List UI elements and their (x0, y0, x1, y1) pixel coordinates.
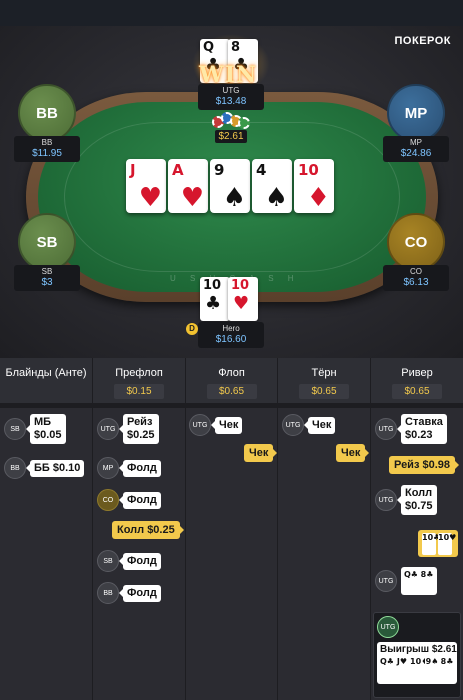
avatar-co: CO (387, 213, 445, 271)
col-pot: $0.65 (206, 384, 257, 399)
col-title: Блайнды (Анте) (5, 367, 87, 379)
player-stack: $3 (41, 277, 53, 288)
event-blinds-sb: SB МБ $0.05 (4, 414, 66, 444)
col-title: Флоп (218, 367, 245, 379)
board-card-5: 10 ♦ (294, 159, 334, 213)
event-turn-hero-check: Чек (336, 444, 370, 462)
col-pot: $0.15 (114, 384, 164, 399)
bb-plate: BB $11.95 (14, 136, 80, 162)
player-stack: $11.95 (32, 148, 62, 159)
col-title: Ривер (401, 367, 433, 379)
event-flop-hero-check: Чек (244, 444, 278, 462)
event-turn-utg: UTG Чек (282, 414, 336, 436)
player-name: MP (410, 138, 422, 147)
seat-sb[interactable]: SB SB $3 (14, 213, 80, 291)
player-name: Hero (222, 324, 240, 333)
river-result-box: UTG Выигрыш $2.61 Q♣ J♥ 10♦ 9♠ 8♣ (373, 612, 461, 698)
col-turn: Тёрн $0.65 (278, 358, 371, 700)
event-preflop-utg: UTG Рейз $0.25 (97, 414, 159, 444)
win-amount: Выигрыш $2.61 (380, 644, 457, 655)
dealer-button: D (186, 323, 198, 335)
mp-plate: MP $24.86 (383, 136, 449, 162)
sb-plate: SB $3 (14, 265, 80, 291)
co-plate: CO $6.13 (383, 265, 449, 291)
avatar-bb: BB (18, 84, 76, 142)
player-stack: $6.13 (403, 277, 429, 288)
board-card-1: J ♥ (126, 159, 166, 213)
col-pot: $0.65 (299, 384, 349, 399)
player-stack: $13.48 (215, 96, 247, 107)
event-preflop-sb: SB Фолд (97, 550, 161, 572)
player-stack: $24.86 (400, 148, 432, 159)
col-title: Префлоп (115, 367, 163, 379)
pot-chips (212, 112, 252, 130)
seat-hero[interactable]: Hero $16.60 (198, 322, 264, 348)
avatar-mp: MP (387, 84, 445, 142)
event-blinds-bb: BB ББ $0.10 (4, 457, 85, 479)
top-bar (0, 0, 463, 26)
col-pot: $0.65 (392, 384, 442, 399)
seat-bb[interactable]: BB BB $11.95 (14, 84, 80, 162)
event-preflop-hero-call: Колл $0.25 (112, 521, 184, 539)
event-river-utg-show: UTG Q♣ 8♣ (375, 567, 437, 595)
board-card-4: 4 ♠ (252, 159, 292, 213)
avatar-sb: SB (18, 213, 76, 271)
player-name: CO (410, 267, 422, 276)
header-separator (0, 404, 463, 408)
brand-logo: ПОКЕРОК (394, 35, 451, 47)
col-blinds: Блайнды (Анте) (0, 358, 93, 700)
col-title: Тёрн (311, 367, 337, 379)
player-stack: $16.60 (215, 334, 247, 345)
seat-utg[interactable]: UTG $13.48 (198, 84, 264, 110)
hero-plate: Hero $16.60 (198, 322, 264, 348)
river-hero-showdown: 10♣ 10♥ (418, 530, 458, 557)
event-preflop-co: CO Фолд (97, 489, 161, 511)
board-card-3: 9 ♠ (210, 159, 250, 213)
seat-co[interactable]: CO CO $6.13 (383, 213, 449, 291)
event-flop-utg: UTG Чек (189, 414, 243, 436)
hero-card-2: 10 ♥ (228, 277, 258, 321)
col-flop: Флоп $0.65 (186, 358, 278, 700)
seat-mp[interactable]: MP MP $24.86 (383, 84, 449, 162)
event-river-utg-call: UTG Колл $0.75 (375, 485, 437, 515)
utg-plate: UTG $13.48 (198, 84, 264, 110)
event-river-hero-raise: Рейз $0.98 (389, 456, 459, 474)
player-name: SB (41, 267, 53, 276)
board-card-2: A ♥ (168, 159, 208, 213)
player-name: UTG (222, 86, 240, 95)
player-name: BB (41, 138, 53, 147)
event-preflop-bb: BB Фолд (97, 582, 161, 604)
hero-card-1: 10 ♣ (200, 277, 230, 321)
event-preflop-mp: MP Фолд (97, 457, 161, 479)
pot-amount: $2.61 (215, 130, 247, 143)
event-river-utg-bet: UTG Ставка $0.23 (375, 414, 447, 444)
